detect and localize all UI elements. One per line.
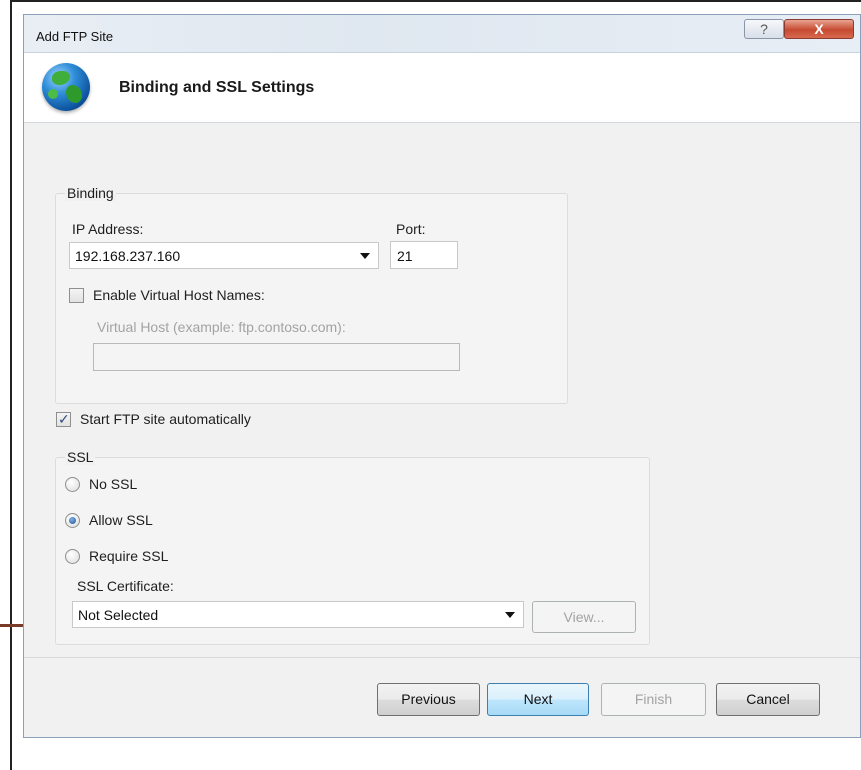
radio-selected-icon [69, 517, 76, 524]
no-ssl-radio[interactable] [65, 477, 80, 492]
port-value: 21 [397, 248, 413, 264]
ip-address-label: IP Address: [72, 221, 144, 237]
ip-address-dropdown[interactable]: 192.168.237.160 [69, 242, 379, 269]
wizard-content: Binding IP Address: 192.168.237.160 Port… [24, 123, 860, 657]
window-title: Add FTP Site [36, 29, 114, 44]
port-label: Port: [396, 221, 426, 237]
view-certificate-button[interactable]: View... [532, 601, 636, 633]
enable-virtual-host-label: Enable Virtual Host Names: [93, 287, 265, 303]
finish-button[interactable]: Finish [601, 683, 706, 716]
wizard-footer: Previous Next Finish Cancel [24, 657, 860, 737]
page-title: Binding and SSL Settings [119, 79, 315, 96]
ssl-certificate-dropdown[interactable]: Not Selected [72, 601, 524, 628]
document-border-left [10, 0, 12, 770]
require-ssl-label: Require SSL [89, 548, 169, 564]
document-border-top [10, 0, 861, 2]
allow-ssl-radio[interactable] [65, 513, 80, 528]
close-icon: X [814, 21, 824, 37]
ssl-group-label: SSL [65, 449, 96, 465]
require-ssl-radio[interactable] [65, 549, 80, 564]
start-automatically-label: Start FTP site automatically [80, 411, 251, 427]
cancel-button[interactable]: Cancel [716, 683, 820, 716]
next-button[interactable]: Next [487, 683, 589, 716]
virtual-host-field[interactable] [93, 343, 460, 371]
wizard-header: Binding and SSL Settings [24, 53, 860, 123]
ssl-certificate-label: SSL Certificate: [77, 578, 174, 594]
globe-icon [42, 63, 90, 111]
title-bar[interactable]: Add FTP Site ? X [24, 15, 860, 53]
help-button[interactable]: ? [744, 19, 784, 39]
start-automatically-checkbox[interactable]: ✓ [56, 411, 71, 427]
no-ssl-label: No SSL [89, 476, 138, 492]
port-field[interactable]: 21 [390, 241, 458, 269]
check-icon: ✓ [58, 411, 70, 427]
add-ftp-site-dialog: Add FTP Site ? X Binding and SSL Setting… [23, 14, 861, 738]
virtual-host-label: Virtual Host (example: ftp.contoso.com): [97, 319, 346, 335]
chevron-down-icon [360, 253, 370, 259]
ip-address-value: 192.168.237.160 [75, 248, 181, 264]
enable-virtual-host-checkbox[interactable] [69, 288, 84, 303]
allow-ssl-label: Allow SSL [89, 512, 153, 528]
close-button[interactable]: X [784, 19, 854, 39]
help-icon: ? [760, 21, 768, 37]
chevron-down-icon [505, 612, 515, 618]
binding-group-label: Binding [65, 185, 116, 201]
ssl-certificate-value: Not Selected [78, 607, 159, 623]
previous-button[interactable]: Previous [377, 683, 480, 716]
